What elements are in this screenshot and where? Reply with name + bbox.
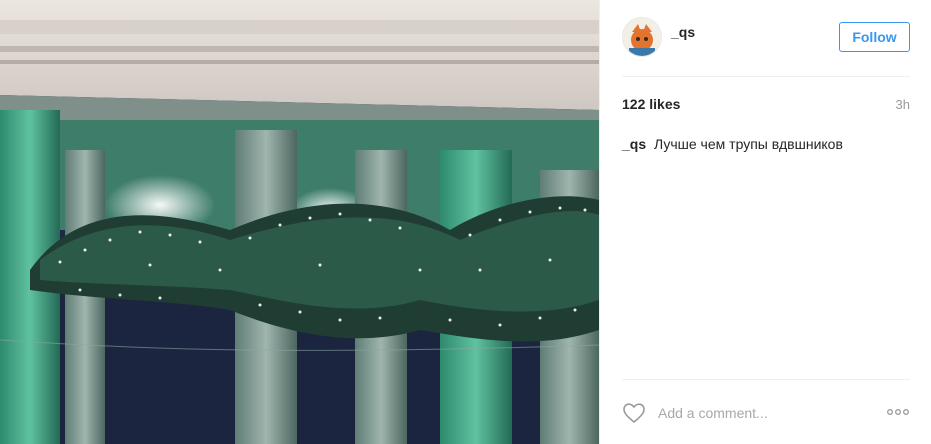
add-comment-input[interactable]: [658, 405, 858, 421]
post-sidebar: _qs Follow 122 likes 3h _qs Лучше чем тр…: [599, 0, 931, 444]
caption-username[interactable]: _qs: [622, 136, 646, 152]
comment-bar: [622, 398, 910, 428]
more-options-icon[interactable]: [886, 408, 910, 416]
instagram-post: _qs Follow 122 likes 3h _qs Лучше чем тр…: [0, 0, 931, 444]
avatar[interactable]: [622, 17, 662, 57]
username[interactable]: _qs: [671, 24, 695, 40]
post-photo[interactable]: [0, 0, 599, 444]
post-header: _qs Follow: [622, 16, 910, 58]
photo-illustration: [0, 0, 599, 444]
avatar-illustration: [623, 18, 661, 56]
follow-button[interactable]: Follow: [839, 22, 910, 52]
likes-count[interactable]: 122 likes: [622, 96, 680, 112]
post-time[interactable]: 3h: [896, 97, 910, 112]
caption: _qs Лучше чем трупы вдвшников: [622, 136, 843, 152]
header-divider: [622, 76, 910, 77]
heart-icon[interactable]: [622, 402, 646, 424]
caption-text: Лучше чем трупы вдвшников: [654, 136, 843, 152]
comment-divider: [622, 379, 910, 380]
